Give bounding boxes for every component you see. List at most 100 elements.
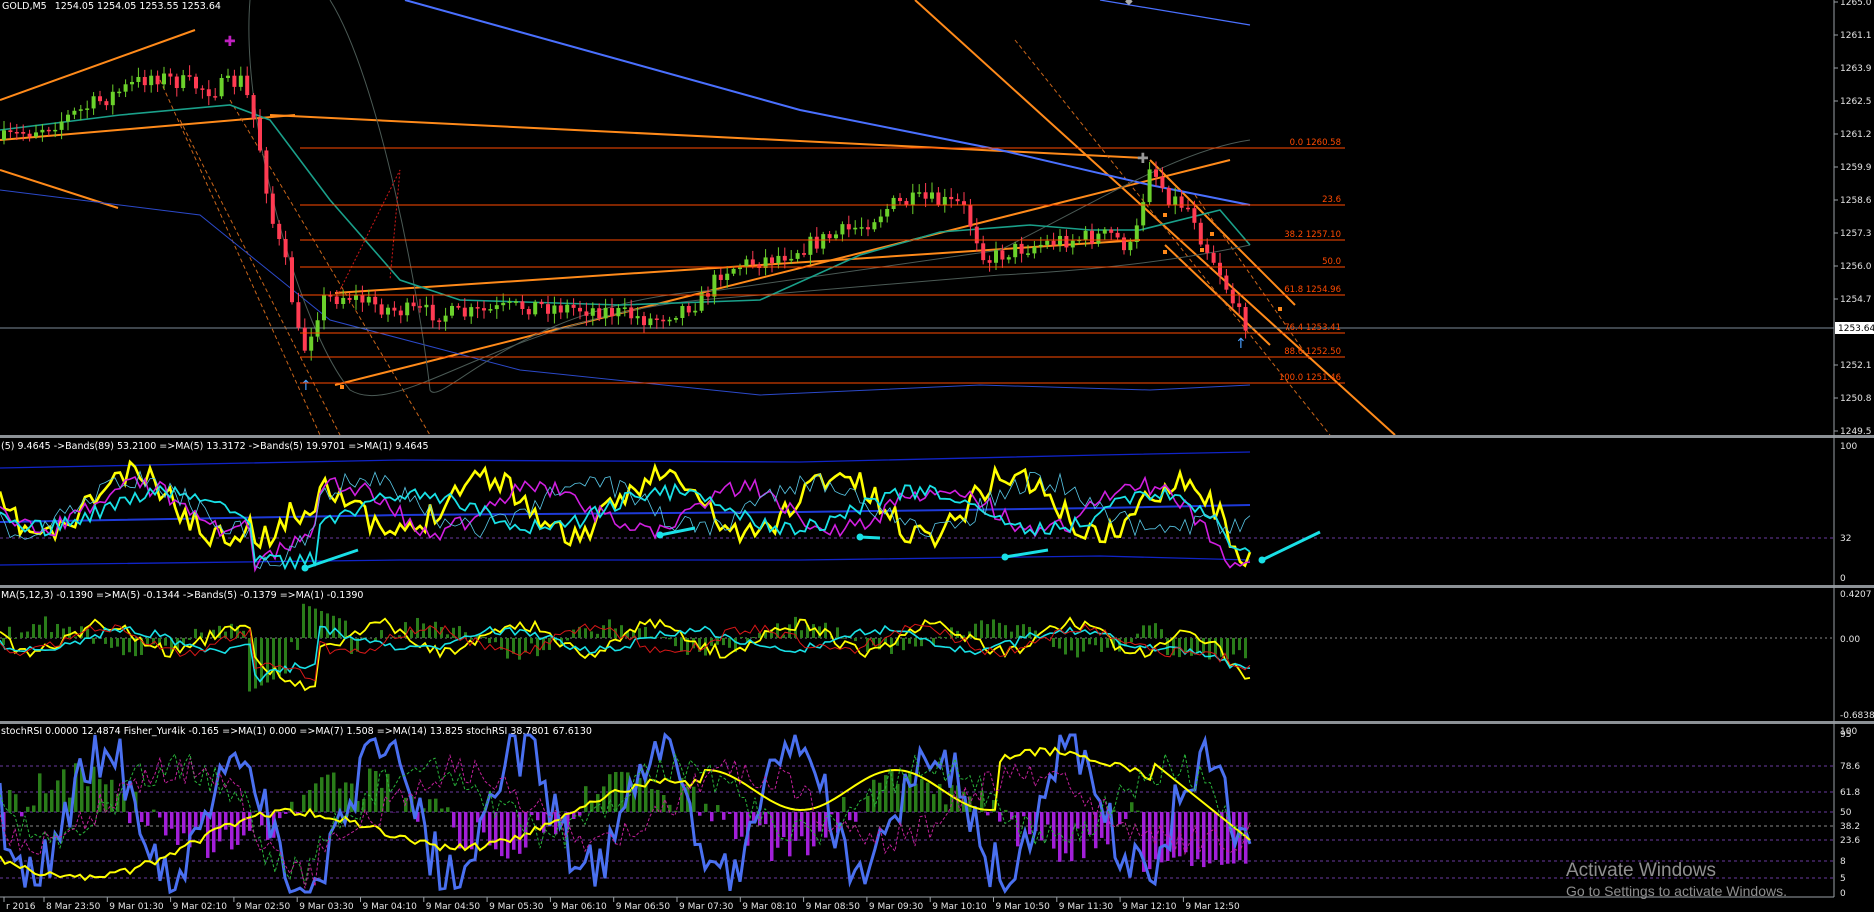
fisher-histogram-bar xyxy=(1124,812,1128,820)
trading-chart[interactable]: ↑ ↑ ✚ ✚ ◆ 0.0 1260.58 23.6 38.2 1257.10 50.0 61.… xyxy=(0,0,1874,912)
fib-level-label: 50.0 xyxy=(1322,257,1341,267)
candle-body xyxy=(194,76,198,89)
candle-body xyxy=(1090,230,1094,244)
macd-histogram-bar xyxy=(842,638,845,639)
candle-body xyxy=(891,197,896,210)
fisher-histogram-bar xyxy=(830,812,834,815)
fisher-histogram-bar xyxy=(1220,812,1224,865)
macd-histogram-bar xyxy=(854,638,857,642)
candle-body xyxy=(821,234,826,249)
candle-body xyxy=(59,121,64,130)
candle-body xyxy=(1032,246,1037,254)
macd-histogram-bar xyxy=(308,606,311,638)
fisher-histogram-bar xyxy=(314,783,318,812)
candle-body xyxy=(994,250,998,263)
channel-dot xyxy=(1210,232,1214,236)
macd-histogram-bar xyxy=(38,624,41,638)
svg-text:1253.64: 1253.64 xyxy=(1838,324,1874,334)
candle-body xyxy=(200,88,205,90)
candle-body xyxy=(1154,169,1158,177)
fisher-histogram-bar xyxy=(668,804,672,812)
fisher-histogram-bar xyxy=(1196,812,1200,860)
candle-body xyxy=(674,317,678,320)
time-tick-label: 9 Mar 05:30 xyxy=(489,902,544,912)
macd-histogram-bar xyxy=(86,628,89,638)
candle-body xyxy=(187,75,192,77)
macd-histogram-bar xyxy=(1070,638,1073,651)
price-tick-label: 1261.1 xyxy=(1840,31,1872,41)
candle-body xyxy=(507,301,512,303)
time-tick-label: 9 Mar 11:30 xyxy=(1059,902,1114,912)
candle-body xyxy=(859,227,864,229)
time-tick-label: 9 Mar 09:30 xyxy=(869,902,924,912)
candle-body xyxy=(910,192,915,206)
candle-body xyxy=(610,307,614,317)
candle-body xyxy=(117,91,122,94)
fib-level-label: 100.0 1251.46 xyxy=(1279,373,1341,383)
candle-body xyxy=(1160,176,1165,188)
time-tick-label: 9 Mar 12:50 xyxy=(1185,902,1240,912)
fisher-histogram-bar xyxy=(38,773,42,812)
time-tick-label: 9 Mar 02:10 xyxy=(173,902,228,912)
price-tick-label: 1265.0 xyxy=(1840,0,1872,8)
candle-body xyxy=(866,227,870,230)
candle-body xyxy=(174,76,179,88)
macd-histogram-bar xyxy=(128,638,131,653)
fisher-histogram-bar xyxy=(950,785,954,812)
candle-body xyxy=(885,209,890,217)
macd-histogram-bar xyxy=(1154,623,1157,638)
candle-body xyxy=(846,224,851,230)
fisher-histogram-bar xyxy=(818,812,822,832)
candle-body xyxy=(616,308,621,317)
candle-body xyxy=(533,301,538,315)
macd-histogram-bar xyxy=(14,638,17,639)
macd-histogram-bar xyxy=(530,638,533,644)
time-tick-label: 9 Mar 01:30 xyxy=(109,902,164,912)
candle-body xyxy=(584,311,589,316)
fisher-histogram-bar xyxy=(770,812,774,862)
candle-body xyxy=(213,96,218,98)
fisher-histogram-bar xyxy=(986,812,990,816)
macd-histogram-bar xyxy=(266,638,269,683)
fisher-histogram-bar xyxy=(176,812,180,845)
candle-body xyxy=(776,255,781,263)
candle-body xyxy=(718,274,723,280)
candle-body xyxy=(1237,303,1242,308)
macd-histogram-bar xyxy=(506,638,509,659)
activate-windows-watermark: Activate Windows Go to Settings to activ… xyxy=(1566,860,1787,900)
fisher-histogram-bar xyxy=(914,783,918,812)
candle-body xyxy=(85,108,90,110)
macd-histogram-bar xyxy=(980,620,983,638)
candle-body xyxy=(622,307,627,309)
price-tick-label: 1257.3 xyxy=(1840,229,1872,239)
candle-body xyxy=(923,192,928,199)
macd-histogram-bar xyxy=(26,631,29,638)
macd-histogram-bar xyxy=(512,638,515,654)
candle-body xyxy=(46,129,51,132)
candle-body xyxy=(78,109,83,111)
macd-histogram-bar xyxy=(326,613,329,638)
macd-histogram-bar xyxy=(302,603,305,638)
fisher-histogram-bar xyxy=(254,810,258,812)
candle-body xyxy=(98,96,102,102)
fisher-histogram-bar xyxy=(506,812,510,859)
candle-body xyxy=(1115,232,1120,238)
candle-body xyxy=(430,304,435,321)
candle-body xyxy=(334,296,339,305)
annotation-arrow-head xyxy=(856,533,864,541)
candle-body xyxy=(309,336,314,351)
candle-body xyxy=(872,222,877,230)
fisher-histogram-bar xyxy=(1208,812,1212,864)
fisher-histogram-bar xyxy=(86,786,90,812)
macd-histogram-bar xyxy=(524,638,527,653)
fisher-histogram-bar xyxy=(530,812,534,816)
fisher-histogram-bar xyxy=(1064,812,1068,854)
candle-body xyxy=(597,308,602,319)
candle-body xyxy=(693,310,698,313)
fisher-histogram-bar xyxy=(716,805,720,812)
candle-body xyxy=(1243,307,1248,331)
channel-dot xyxy=(1278,307,1282,311)
macd-histogram-bar xyxy=(1058,638,1061,649)
fisher-histogram-bar xyxy=(278,812,282,819)
candle-body xyxy=(462,307,467,317)
